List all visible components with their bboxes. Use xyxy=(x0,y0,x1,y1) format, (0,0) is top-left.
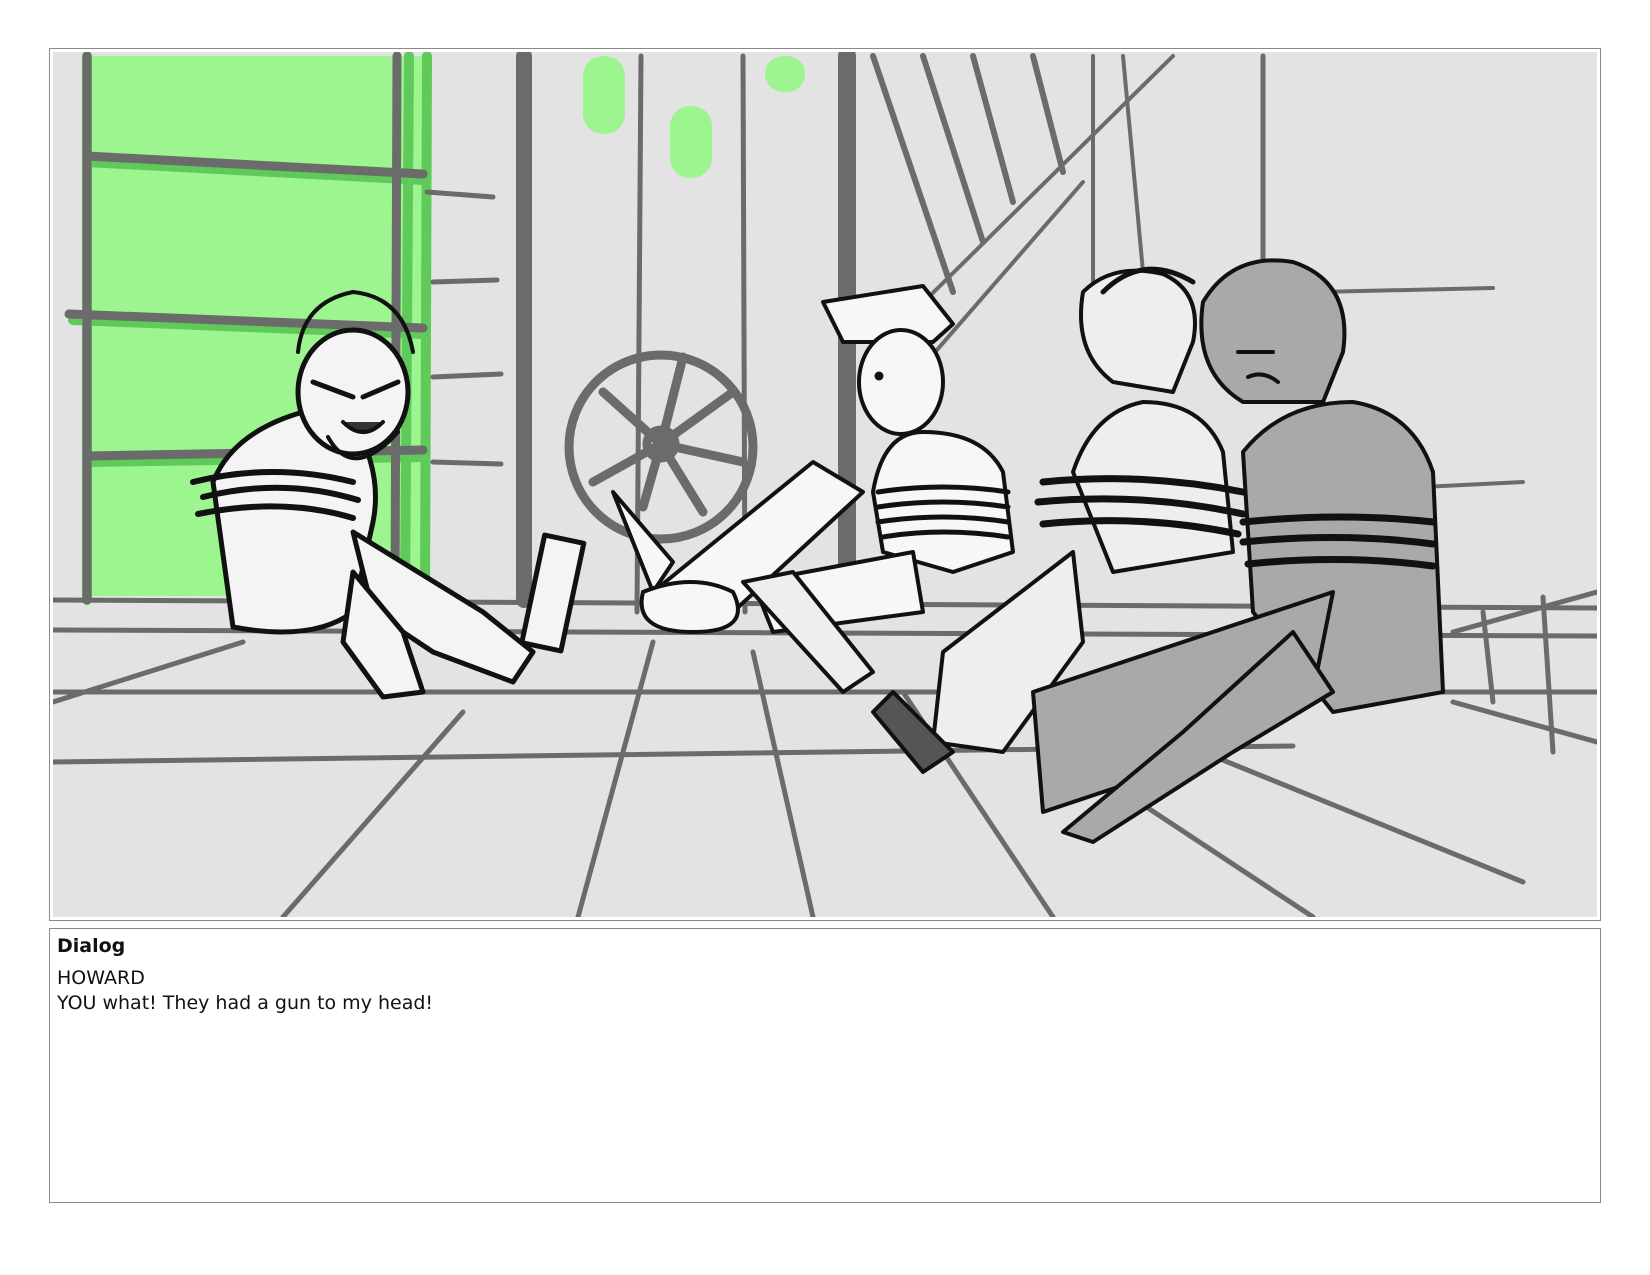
dialog-heading: Dialog xyxy=(57,935,126,957)
dialog-line: YOU what! They had a gun to my head! xyxy=(57,992,434,1014)
storyboard-panel xyxy=(49,48,1601,921)
storyboard-sketch-image xyxy=(53,52,1597,917)
dialog-speaker: HOWARD xyxy=(57,967,145,989)
dialog-box: Dialog HOWARD YOU what! They had a gun t… xyxy=(49,928,1601,1203)
